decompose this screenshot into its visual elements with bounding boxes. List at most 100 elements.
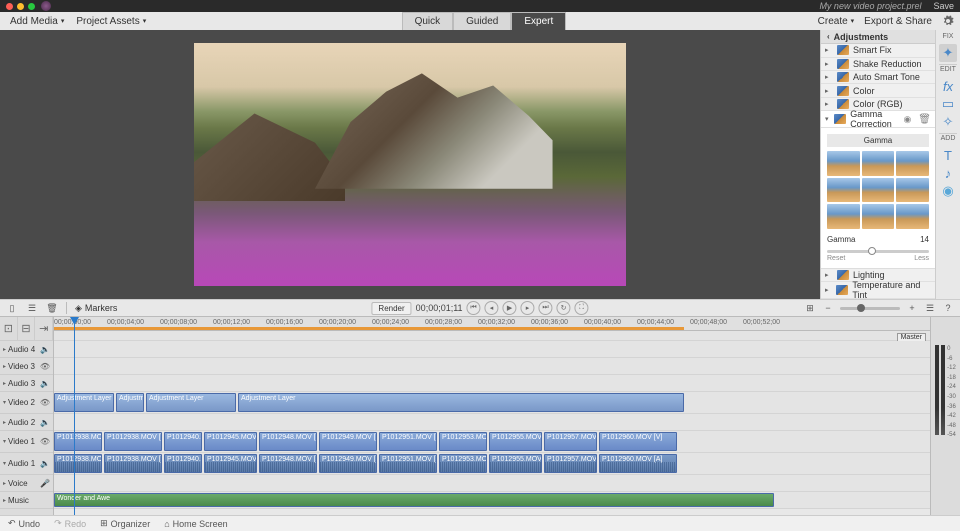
zoom-out-icon[interactable]: − bbox=[822, 302, 834, 314]
eye-icon[interactable]: 👁 bbox=[40, 437, 50, 446]
goto-end-icon[interactable]: ⏭ bbox=[539, 301, 553, 315]
video-frame[interactable] bbox=[194, 43, 626, 286]
track-audio4[interactable] bbox=[54, 341, 930, 358]
close-icon[interactable] bbox=[6, 3, 13, 10]
track-audio3[interactable] bbox=[54, 375, 930, 392]
time-ruler[interactable]: 00;00;00;0000;00;04;0000;00;08;0000;00;1… bbox=[54, 317, 930, 331]
track-head-music[interactable]: ▸Music bbox=[0, 492, 53, 509]
mute-icon[interactable]: 🔈 bbox=[40, 379, 50, 388]
adjustment-clip[interactable]: Adjustment Layer bbox=[238, 393, 684, 412]
help-icon[interactable]: ? bbox=[942, 302, 954, 314]
add-media-menu[interactable]: Add Media bbox=[6, 14, 68, 29]
gear-icon[interactable] bbox=[942, 15, 954, 27]
loop-icon[interactable]: ↻ bbox=[557, 301, 571, 315]
fullscreen-icon[interactable]: ⛶ bbox=[575, 301, 589, 315]
trash-icon[interactable]: 🗑 bbox=[918, 114, 931, 125]
video-clip[interactable]: P1012951.MOV [V] bbox=[379, 432, 437, 451]
tab-guided[interactable]: Guided bbox=[453, 12, 511, 31]
undo-button[interactable]: ↶Undo bbox=[8, 518, 40, 529]
mute-icon[interactable]: 🔈 bbox=[40, 459, 50, 468]
graphics-icon[interactable]: ◉ bbox=[939, 182, 957, 200]
video-clip[interactable]: P1012940.MOV [V] bbox=[164, 432, 202, 451]
gamma-preset[interactable] bbox=[896, 178, 929, 203]
track-head-audio4[interactable]: ▸Audio 4🔈 bbox=[0, 341, 53, 358]
track-video3[interactable] bbox=[54, 358, 930, 375]
audio-clip[interactable]: P1012949.MOV [A] bbox=[319, 454, 377, 473]
step-fwd-icon[interactable]: ▸ bbox=[521, 301, 535, 315]
gamma-preset[interactable] bbox=[827, 151, 860, 175]
save-button[interactable]: Save bbox=[933, 1, 954, 11]
audio-clip[interactable]: P1012948.MOV [A] bbox=[259, 454, 317, 473]
audio-clip[interactable]: P1012938.MOV [A] bbox=[104, 454, 162, 473]
eye-icon[interactable]: 👁 bbox=[40, 362, 50, 371]
gamma-preset[interactable] bbox=[827, 204, 860, 228]
adj-auto-smart-tone[interactable]: ▸Auto Smart Tone bbox=[821, 71, 935, 84]
audio-clip[interactable]: P1012951.MOV [A] bbox=[379, 454, 437, 473]
timeline-tracks[interactable]: 00;00;00;0000;00;04;0000;00;08;0000;00;1… bbox=[54, 317, 930, 515]
video-clip[interactable]: P1012960.MOV [V] bbox=[599, 432, 677, 451]
title-clip[interactable]: Wonder and Awe bbox=[54, 493, 774, 507]
track-head-audio2[interactable]: ▸Audio 2🔈 bbox=[0, 414, 53, 431]
video-clip[interactable]: P1012955.MOV [V] bbox=[489, 432, 542, 451]
playhead[interactable] bbox=[74, 317, 75, 515]
video-clip[interactable]: P1012949.MOV [V] bbox=[319, 432, 377, 451]
adjustment-clip[interactable]: Adjustment Layer bbox=[54, 393, 114, 412]
adj-shake-reduction[interactable]: ▸Shake Reduction bbox=[821, 58, 935, 71]
minimize-icon[interactable] bbox=[17, 3, 24, 10]
gamma-slider[interactable] bbox=[827, 250, 929, 253]
mic-icon[interactable]: 🎤 bbox=[40, 479, 50, 488]
snap-icon[interactable]: ⊞ bbox=[804, 302, 816, 314]
adj-gamma-correction[interactable]: ▾Gamma Correction◉🗑 bbox=[821, 111, 935, 128]
adjustment-clip[interactable]: Adjustment Layer bbox=[146, 393, 236, 412]
effects-icon[interactable]: fx bbox=[939, 77, 957, 95]
video-clip[interactable]: P1012953.MOV [V] bbox=[439, 432, 487, 451]
tool-b-icon[interactable]: ⊟ bbox=[18, 317, 36, 341]
panel-menu-icon[interactable]: ☰ bbox=[924, 302, 936, 314]
adjust-icon[interactable]: ✦ bbox=[939, 44, 957, 62]
step-back-icon[interactable]: ◂ bbox=[485, 301, 499, 315]
goto-start-icon[interactable]: ⏮ bbox=[467, 301, 481, 315]
gamma-preset[interactable] bbox=[862, 204, 895, 229]
gamma-preset[interactable] bbox=[896, 204, 929, 229]
tool-c-icon[interactable]: ⇥ bbox=[35, 317, 53, 341]
audio-clip[interactable]: P1012953.MOV [A] bbox=[439, 454, 487, 473]
transitions-icon[interactable]: ▭ bbox=[939, 95, 957, 113]
render-button[interactable]: Render bbox=[371, 302, 411, 315]
eye-icon[interactable]: 👁 bbox=[40, 398, 50, 407]
video-clip[interactable]: P1012948.MOV [V] bbox=[259, 432, 317, 451]
sparkle-icon[interactable]: ✧ bbox=[939, 113, 957, 131]
gamma-preset[interactable] bbox=[827, 178, 860, 202]
audio-clip[interactable]: P1012957.MOV [A] bbox=[544, 454, 597, 473]
track-audio2[interactable] bbox=[54, 414, 930, 431]
mute-icon[interactable]: 🔈 bbox=[40, 345, 50, 354]
audio-clip[interactable]: P1012960.MOV [A] bbox=[599, 454, 677, 473]
play-icon[interactable]: ▶ bbox=[503, 301, 517, 315]
gamma-preset[interactable] bbox=[896, 151, 929, 176]
export-share-button[interactable]: Export & Share bbox=[864, 16, 932, 27]
gamma-preset[interactable] bbox=[862, 151, 895, 176]
home-screen-button[interactable]: ⌂Home Screen bbox=[164, 519, 227, 529]
track-video1[interactable]: P1012938.MOV [V]P1012938.MOV [V]P1012940… bbox=[54, 431, 930, 453]
video-clip[interactable]: P1012945.MOV [V] bbox=[204, 432, 257, 451]
project-assets-menu[interactable]: Project Assets bbox=[72, 14, 150, 29]
maximize-icon[interactable] bbox=[28, 3, 35, 10]
track-video2[interactable]: Adjustment LayerAdjustment LayerAdjustme… bbox=[54, 392, 930, 414]
gamma-preset[interactable] bbox=[862, 178, 895, 203]
markers-button[interactable]: ◈ Markers bbox=[75, 303, 117, 314]
track-head-video3[interactable]: ▸Video 3👁 bbox=[0, 358, 53, 375]
track-head-video2[interactable]: ▾Video 2👁 bbox=[0, 392, 53, 414]
zoom-slider[interactable] bbox=[840, 307, 900, 310]
audio-clip[interactable]: P1012938.MOV [A] bbox=[54, 454, 102, 473]
zoom-in-icon[interactable]: + bbox=[906, 302, 918, 314]
audio-clip[interactable]: P1012945.MOV [A] bbox=[204, 454, 257, 473]
video-clip[interactable]: P1012938.MOV [V] bbox=[104, 432, 162, 451]
eye-icon[interactable]: ◉ bbox=[903, 114, 911, 125]
organizer-button[interactable]: ⊞Organizer bbox=[100, 518, 150, 529]
adjustments-header[interactable]: ‹ Adjustments bbox=[821, 30, 935, 44]
track-head-audio1[interactable]: ▾Audio 1🔈 bbox=[0, 453, 53, 475]
tab-expert[interactable]: Expert bbox=[511, 12, 566, 31]
adjustment-clip[interactable]: Adjustment Layer bbox=[116, 393, 144, 412]
track-voice[interactable] bbox=[54, 475, 930, 492]
track-music[interactable]: Wonder and Awe bbox=[54, 492, 930, 509]
tool-properties-icon[interactable]: ☰ bbox=[26, 302, 38, 314]
